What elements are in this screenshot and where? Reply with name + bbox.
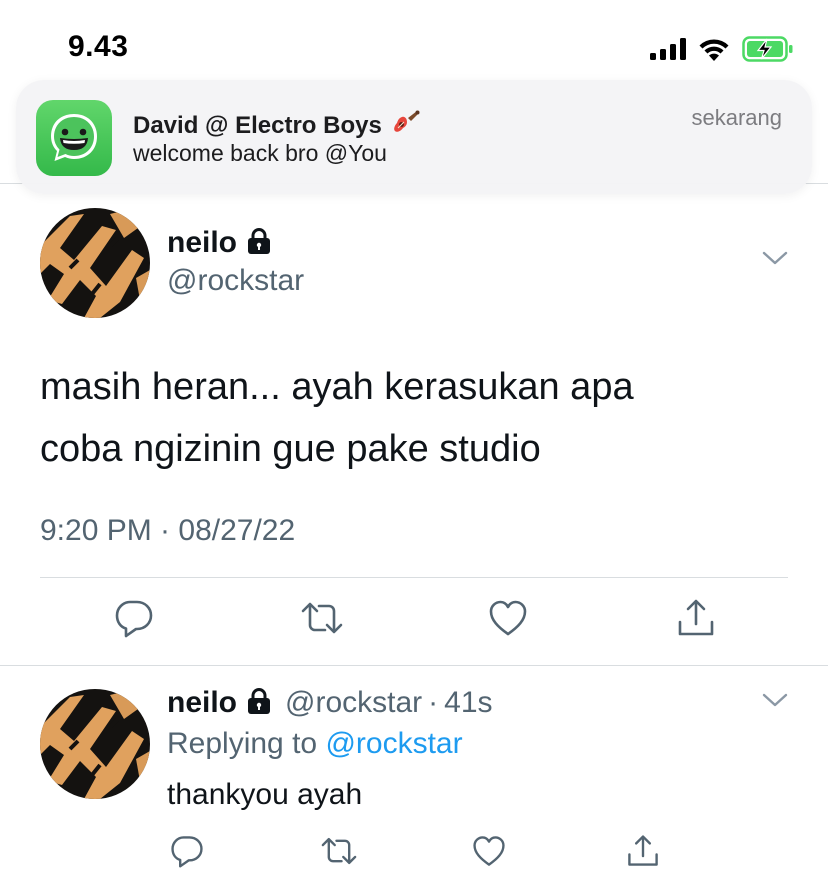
author-name[interactable]: neilo [167,226,237,260]
share-icon [678,599,714,636]
status-icons [650,36,794,62]
cellular-signal-icon [650,38,686,60]
like-button[interactable] [472,834,506,873]
avatar[interactable] [40,689,150,799]
avatar[interactable] [40,208,150,318]
author-name-row: neilo [167,226,273,260]
author-name[interactable]: neilo [167,686,237,720]
notification-banner[interactable]: David @ Electro Boys welcome back bro @Y… [16,80,812,194]
notification-body: welcome back bro @You [133,140,387,166]
lock-icon [245,687,273,720]
chevron-down-icon[interactable] [762,250,788,271]
retweet-icon [301,602,343,634]
notification-title-text: David @ Electro Boys [133,112,382,139]
tweet-actions [0,598,828,646]
guitar-icon [392,110,420,143]
tweet-text: masih heran... ayah kerasukan apa coba n… [40,356,800,480]
like-button[interactable] [488,598,528,643]
status-bar: 9.43 [0,0,828,90]
separator-dot: · [428,686,439,719]
reply-button[interactable] [170,834,204,873]
tweet-divider [0,665,828,666]
notification-time: sekarang [691,105,782,130]
heart-icon [489,600,527,636]
heart-icon [473,836,505,866]
share-button[interactable] [676,598,716,643]
wifi-icon [699,39,729,61]
reply-age[interactable]: 41s [444,686,492,720]
reply-icon [115,600,153,638]
retweet-button[interactable] [300,598,344,643]
replying-to-mention[interactable]: @rockstar [325,727,462,760]
reply-icon [171,836,203,868]
battery-charging-icon [742,36,793,62]
retweet-icon [321,837,357,865]
status-time: 9.43 [68,30,129,63]
reply-actions [0,834,828,874]
share-icon [628,835,658,866]
replying-to: Replying to @rockstar [167,727,463,761]
author-handle[interactable]: @rockstar [167,264,304,298]
whatsapp-icon [36,100,112,176]
tweet-timestamp[interactable]: 9:20 PM · 08/27/22 [40,514,295,548]
author-handle[interactable]: @rockstar [285,686,422,720]
replying-to-prefix: Replying to [167,727,318,760]
lock-icon [245,227,273,260]
reply-text: thankyou ayah [167,778,363,811]
chevron-down-icon[interactable] [762,692,788,713]
tweet-divider [40,577,788,578]
reply-header: neilo @rockstar · 41s [167,686,493,720]
tweet-text-line: masih heran... ayah kerasukan apa [40,366,634,408]
reply-button[interactable] [114,598,154,643]
share-button[interactable] [626,834,660,873]
notification-title: David @ Electro Boys [133,110,420,143]
tweet-text-line: coba ngizinin gue pake studio [40,428,541,470]
retweet-button[interactable] [320,834,358,873]
